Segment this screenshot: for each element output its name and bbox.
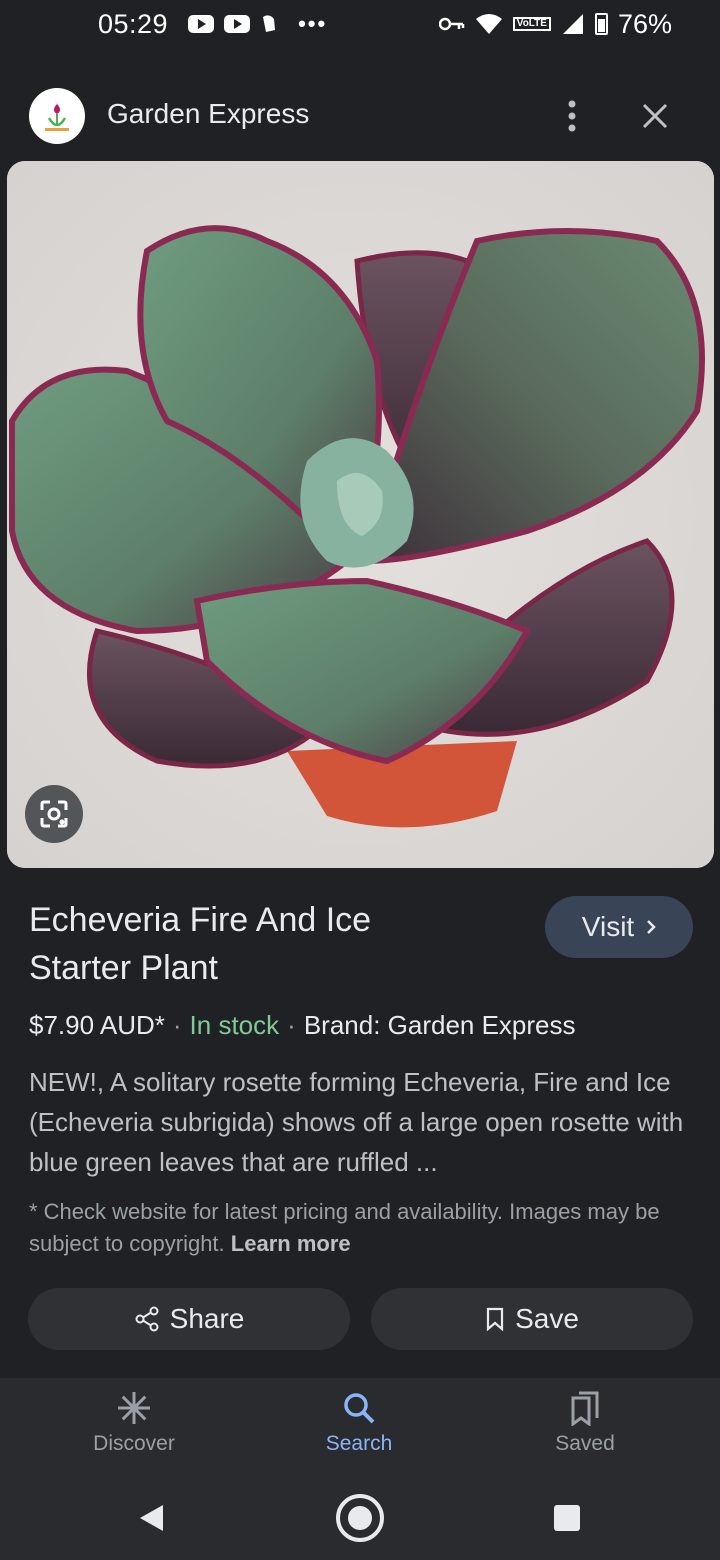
google-lens-button[interactable] [25,785,83,843]
wifi-icon [475,14,502,34]
battery-icon [594,13,608,35]
visit-button[interactable]: Visit [545,896,693,958]
product-title-line-2: Starter Plant [29,949,218,987]
volte-icon: VoLTE [512,17,551,31]
product-description: NEW!, A solitary rosette forming Echever… [29,1067,684,1177]
share-icon [135,1306,159,1332]
product-image[interactable] [7,161,714,868]
stock-status: In stock [189,1010,280,1040]
product-title: Echeveria Fire And Ice Starter Plant [29,896,469,992]
lens-icon [40,800,68,828]
signal-icon [562,14,583,34]
system-back-button[interactable] [125,1492,177,1544]
share-button[interactable]: Share [28,1288,350,1350]
close-icon [642,103,668,129]
battery-percent: 76% [617,8,672,39]
price: $7.90 AUD* [29,1010,165,1040]
nav-search[interactable]: Search [289,1390,429,1456]
close-button[interactable] [632,94,678,138]
nav-discover[interactable]: Discover [64,1390,204,1456]
youtube-notification-icon [188,15,215,33]
bookmark-icon [486,1307,504,1331]
save-button[interactable]: Save [371,1288,693,1350]
more-vert-icon [568,100,576,132]
back-triangle-icon [140,1505,163,1531]
youtube-notification-icon [224,15,251,33]
system-recents-button[interactable] [541,1492,593,1544]
visit-label: Visit [581,911,635,942]
save-label: Save [515,1303,579,1334]
result-header: Garden Express [0,80,720,152]
chevron-right-icon [647,920,656,934]
disclaimer: * Check website for latest pricing and a… [29,1196,695,1260]
home-circle-icon [336,1494,384,1542]
asterisk-icon [118,1392,150,1424]
notification-icon [263,15,276,32]
garden-express-logo-icon[interactable] [29,88,85,144]
product-meta: $7.90 AUD* · In stock · Brand: Garden Expres… [29,1010,576,1040]
recents-square-icon [554,1505,580,1531]
nav-saved-label: Saved [555,1432,615,1455]
share-label: Share [169,1303,245,1334]
system-navigation-bar [0,1476,720,1560]
site-name[interactable]: Garden Express [107,98,309,130]
more-options-button[interactable] [552,94,592,138]
search-icon [344,1393,375,1424]
nav-search-label: Search [325,1432,393,1455]
learn-more-link[interactable]: Learn more [231,1231,351,1256]
status-time: 05:29 [98,8,169,39]
product-title-line-1: Echeveria Fire And Ice [29,901,372,939]
vpn-key-icon [438,17,465,31]
nav-saved[interactable]: Saved [515,1390,655,1456]
bookmarks-icon [571,1391,599,1426]
bottom-navigation: Discover Search Saved [0,1378,720,1476]
brand: Brand: Garden Express [303,1010,576,1040]
nav-discover-label: Discover [93,1432,175,1455]
status-bar: 05:29 ••• VoLTE 76% [0,0,720,48]
system-home-button[interactable] [334,1492,386,1544]
more-notifications-icon: ••• [298,11,328,36]
